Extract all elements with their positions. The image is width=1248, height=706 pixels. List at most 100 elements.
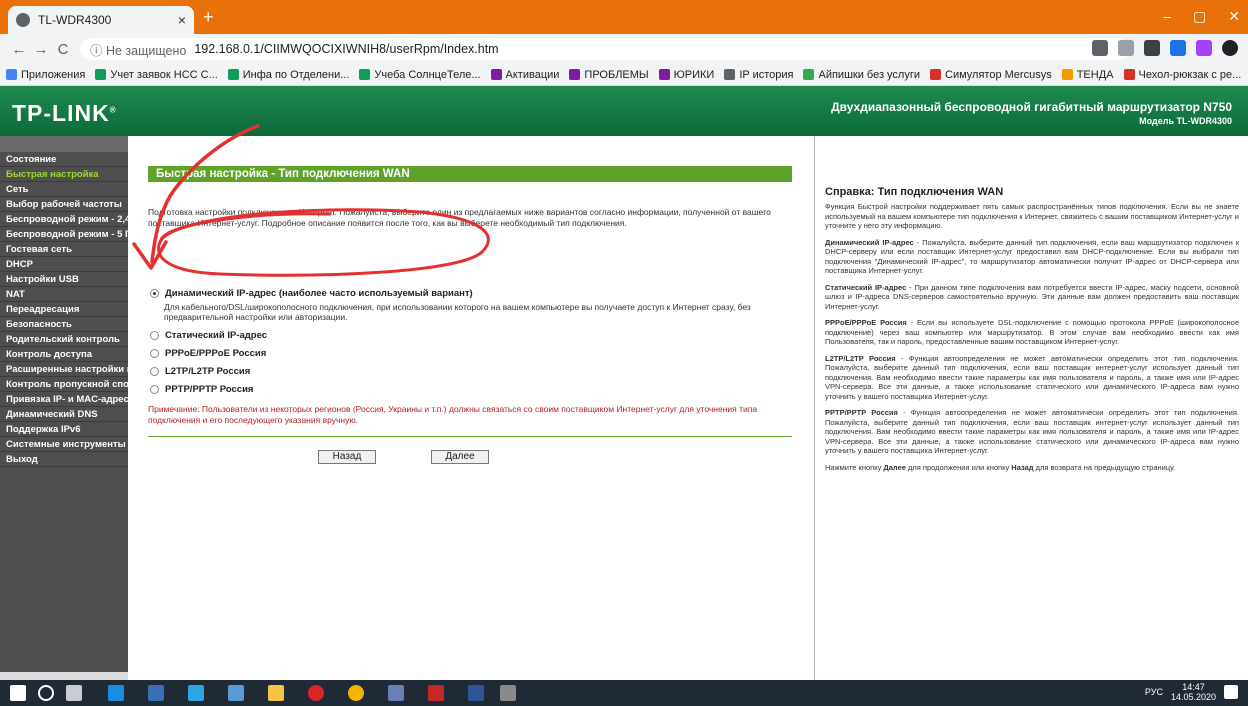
telegram-icon[interactable] bbox=[188, 685, 204, 701]
router-sidebar: Состояние Быстрая настройка Сеть Выбор рабо… bbox=[0, 136, 128, 680]
help-footer-part: Назад bbox=[1011, 462, 1034, 472]
bookmark-icon bbox=[569, 69, 581, 80]
minimize-icon[interactable]: – bbox=[1163, 8, 1171, 25]
browser-toolbar: ← → C ⓘ Не защищено 192.168.0.1/CIIMWQOC… bbox=[0, 34, 1248, 64]
radio-l2tp[interactable] bbox=[150, 367, 159, 376]
bookmark-item[interactable]: Чехол-рюкзак с ре... bbox=[1123, 69, 1241, 81]
bookmark-item[interactable]: Учеба СолнцеТеле... bbox=[359, 68, 481, 81]
tab-title: TL-WDR4300 bbox=[38, 13, 112, 27]
ie-icon[interactable] bbox=[108, 685, 124, 701]
sidebar-item[interactable]: Сеть bbox=[0, 182, 128, 197]
sidebar-item[interactable]: Беспроводной режим - 5 ГГ bbox=[0, 227, 128, 242]
bookmark-label: Учеба СолнцеТеле... bbox=[374, 68, 481, 81]
bookmark-item[interactable]: Симулятор Mercusys bbox=[930, 69, 1052, 81]
chrome-icon[interactable] bbox=[348, 685, 364, 701]
browser-tab[interactable]: TL-WDR4300 × bbox=[8, 6, 194, 34]
extension-icons bbox=[1092, 40, 1238, 56]
back-button[interactable]: Назад bbox=[318, 450, 376, 464]
sidebar-item[interactable]: Безопасность bbox=[0, 317, 128, 332]
new-tab-button[interactable]: + bbox=[203, 8, 214, 26]
system-tray: РУС 14:47 14.05.2020 bbox=[1145, 682, 1238, 702]
sidebar-item[interactable]: Выход bbox=[0, 452, 128, 467]
option-pppoe[interactable]: PPPoE/PPPoE Россия bbox=[150, 348, 266, 359]
close-tab-icon[interactable]: × bbox=[178, 12, 186, 28]
word-icon[interactable] bbox=[468, 685, 484, 701]
address-bar[interactable]: ⓘ Не защищено 192.168.0.1/CIIMWQOCIXIWNI… bbox=[80, 38, 1130, 60]
close-window-icon[interactable]: ✕ bbox=[1228, 8, 1240, 25]
app-icon[interactable] bbox=[500, 685, 516, 701]
help-footer: Нажмите кнопку Далее для продолжения или… bbox=[825, 463, 1239, 473]
bookmark-item[interactable]: Учет заявок НСС С... bbox=[95, 69, 218, 81]
calculator-icon[interactable] bbox=[148, 685, 164, 701]
sidebar-item[interactable]: Гостевая сеть bbox=[0, 242, 128, 257]
bookmark-label: Айпишки без услуги bbox=[818, 68, 921, 81]
radio-pptp[interactable] bbox=[150, 385, 159, 394]
radio-static-ip[interactable] bbox=[150, 331, 159, 340]
profile-avatar[interactable] bbox=[1222, 40, 1238, 56]
sidebar-item[interactable]: Контроль пропускной спос bbox=[0, 377, 128, 392]
product-model: Модель TL-WDR4300 bbox=[1139, 116, 1232, 126]
app-icon[interactable] bbox=[428, 685, 444, 701]
product-title: Двухдиапазонный беспроводной гигабитный … bbox=[831, 100, 1232, 114]
sidebar-item[interactable]: Беспроводной режим - 2,4 bbox=[0, 212, 128, 227]
sidebar-item[interactable]: Переадресация bbox=[0, 302, 128, 317]
radio-dynamic-ip[interactable] bbox=[150, 289, 159, 298]
extension-icon[interactable] bbox=[1144, 40, 1160, 56]
help-paragraph: PPPoE/PPPoE Россия - Если вы используете… bbox=[825, 318, 1239, 347]
windows-start-icon[interactable] bbox=[10, 685, 26, 701]
bookmark-item[interactable]: Активации bbox=[490, 69, 559, 81]
task-view-icon[interactable] bbox=[66, 685, 82, 701]
clock[interactable]: 14:47 14.05.2020 bbox=[1171, 682, 1216, 702]
sidebar-item[interactable]: NAT bbox=[0, 287, 128, 302]
option-dynamic-ip[interactable]: Динамический IP-адрес (наиболее часто ис… bbox=[150, 288, 473, 299]
sidebar-item[interactable]: Поддержка IPv6 bbox=[0, 422, 128, 437]
security-indicator[interactable]: ⓘ Не защищено bbox=[90, 40, 186, 59]
tray-lang[interactable]: РУС bbox=[1145, 687, 1163, 697]
sidebar-item[interactable]: DHCP bbox=[0, 257, 128, 272]
bookmark-item[interactable]: ЮРИКИ bbox=[658, 69, 714, 81]
option-pptp[interactable]: PPTP/PPTP Россия bbox=[150, 384, 253, 395]
sidebar-scrollbar[interactable] bbox=[0, 672, 128, 680]
back-icon[interactable]: ← bbox=[8, 41, 30, 58]
option-label: PPTP/PPTP Россия bbox=[165, 384, 254, 395]
reload-icon[interactable]: C bbox=[52, 41, 74, 58]
sidebar-item[interactable]: Выбор рабочей частоты bbox=[0, 197, 128, 212]
mail-icon[interactable] bbox=[228, 685, 244, 701]
app-icon[interactable] bbox=[388, 685, 404, 701]
next-button[interactable]: Далее bbox=[431, 450, 489, 464]
option-l2tp[interactable]: L2TP/L2TP Россия bbox=[150, 366, 250, 377]
option-static-ip[interactable]: Статический IP-адрес bbox=[150, 330, 267, 341]
sidebar-item[interactable]: Расширенные настройки м bbox=[0, 362, 128, 377]
sidebar-item[interactable]: Состояние bbox=[0, 152, 128, 167]
maximize-icon[interactable]: ▢ bbox=[1193, 8, 1206, 25]
bookmark-item[interactable]: ТЕНДА bbox=[1061, 68, 1114, 81]
sidebar-item[interactable]: Контроль доступа bbox=[0, 347, 128, 362]
sidebar-item[interactable]: Системные инструменты bbox=[0, 437, 128, 452]
extension-icon[interactable] bbox=[1196, 40, 1212, 56]
intro-text: Подготовка настройки подключения к Интер… bbox=[148, 207, 771, 228]
star-icon[interactable] bbox=[1118, 40, 1134, 56]
bookmark-icon bbox=[803, 69, 815, 80]
bookmark-item[interactable]: Айпишки без услуги bbox=[803, 69, 920, 81]
bookmark-item[interactable]: Приложения bbox=[6, 69, 85, 81]
key-icon[interactable] bbox=[1092, 40, 1108, 56]
bookmark-item[interactable]: ПРОБЛЕМЫ bbox=[569, 69, 649, 81]
forward-icon[interactable]: → bbox=[30, 41, 52, 58]
notification-icon[interactable] bbox=[1224, 685, 1238, 699]
bookmark-icon bbox=[930, 69, 942, 80]
sidebar-item[interactable]: Быстрая настройка bbox=[0, 167, 128, 182]
sidebar-item[interactable]: Настройки USB bbox=[0, 272, 128, 287]
section-title: Быстрая настройка - Тип подключения WAN bbox=[148, 166, 792, 182]
clock-time: 14:47 bbox=[1182, 682, 1205, 692]
opera-icon[interactable] bbox=[308, 685, 324, 701]
explorer-icon[interactable] bbox=[268, 685, 284, 701]
bookmark-item[interactable]: IP история bbox=[724, 69, 793, 81]
extension-icon[interactable] bbox=[1170, 40, 1186, 56]
sidebar-item[interactable]: Родительский контроль bbox=[0, 332, 128, 347]
radio-pppoe[interactable] bbox=[150, 349, 159, 358]
search-icon[interactable] bbox=[38, 685, 54, 701]
bookmark-label: ТЕНДА bbox=[1076, 68, 1114, 81]
bookmark-item[interactable]: Инфа по Отделени... bbox=[227, 69, 349, 81]
sidebar-item[interactable]: Динамический DNS bbox=[0, 407, 128, 422]
sidebar-item[interactable]: Привязка IP- и MAC-адресо bbox=[0, 392, 128, 407]
